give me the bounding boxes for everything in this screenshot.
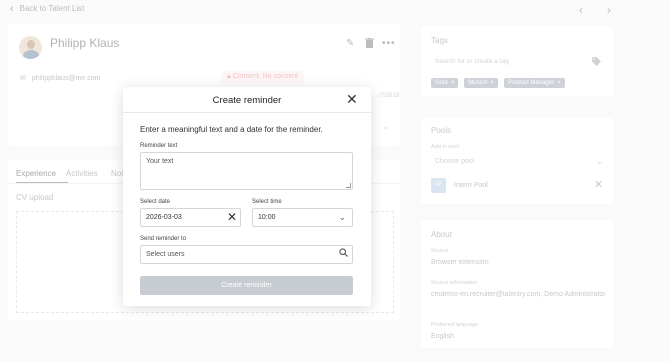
- create-reminder-button[interactable]: Create reminder: [140, 276, 353, 295]
- search-icon: [339, 248, 348, 260]
- reminder-text-label: Reminder text: [140, 143, 178, 149]
- time-value: 10:00: [258, 214, 276, 221]
- modal-intro-text: Enter a meaningful text and a date for t…: [140, 125, 323, 134]
- resize-handle[interactable]: [346, 183, 351, 188]
- date-value: 2026-03-03: [146, 214, 182, 221]
- close-icon[interactable]: ✕: [346, 91, 358, 108]
- time-label: Select time: [252, 199, 282, 205]
- modal-header: Create reminder ✕: [123, 87, 371, 113]
- clear-date-icon[interactable]: ✕: [227, 211, 237, 223]
- modal-title: Create reminder: [212, 95, 282, 106]
- send-to-label: Send reminder to: [140, 236, 187, 242]
- reminder-text-input[interactable]: Your text: [140, 152, 353, 190]
- date-label: Select date: [140, 199, 171, 205]
- chevron-down-icon: ⌄: [338, 212, 346, 222]
- time-select[interactable]: 10:00 ⌄: [252, 208, 353, 227]
- reminder-text-placeholder: Your text: [146, 158, 174, 165]
- users-placeholder: Select users: [146, 251, 185, 258]
- users-select-input[interactable]: Select users: [140, 245, 353, 264]
- date-input[interactable]: 2026-03-03 ✕: [140, 208, 241, 227]
- create-reminder-dialog: Create reminder ✕ Enter a meaningful tex…: [123, 87, 371, 306]
